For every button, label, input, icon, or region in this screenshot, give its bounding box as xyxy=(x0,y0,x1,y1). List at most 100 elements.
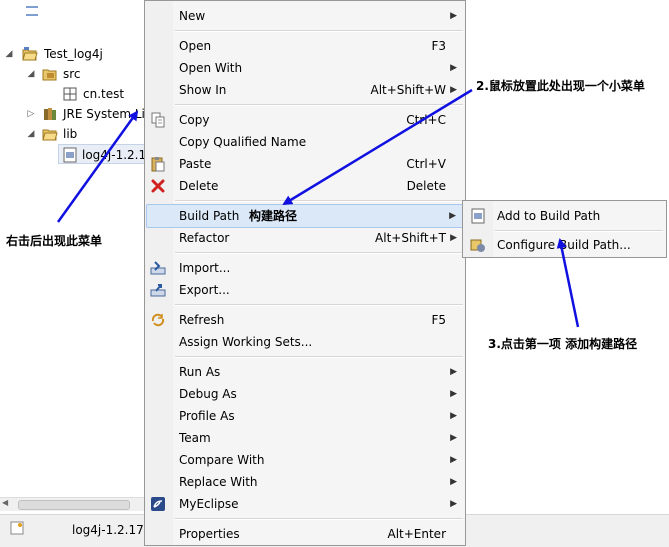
annotation-click-first: 3.点击第一项 添加构建路径 xyxy=(486,335,640,352)
tree-item-jre[interactable]: ▷ JRE System Lib xyxy=(0,104,153,124)
menu-separator xyxy=(175,104,463,106)
menu-label: Paste xyxy=(179,157,212,171)
submenu-arrow-icon: ▶ xyxy=(450,499,457,509)
menu-item-compare-with[interactable]: Compare With ▶ xyxy=(146,449,464,471)
menu-label: MyEclipse xyxy=(179,497,239,511)
menu-item-show-in[interactable]: Show In Alt+Shift+W ▶ xyxy=(146,79,464,101)
menu-label: Delete xyxy=(179,179,219,193)
menu-item-refactor[interactable]: Refactor Alt+Shift+T ▶ xyxy=(146,227,464,249)
tree-item-lib[interactable]: ◢ lib xyxy=(0,124,146,144)
menu-shortcut: Ctrl+V xyxy=(406,157,446,171)
menu-item-paste[interactable]: Paste Ctrl+V xyxy=(146,153,464,175)
menu-item-copy-qualified-name[interactable]: Copy Qualified Name xyxy=(146,131,464,153)
menu-shortcut: Alt+Shift+T xyxy=(375,231,446,245)
menu-label: Show In xyxy=(179,83,227,97)
menu-item-add-to-build-path[interactable]: Add to Build Path xyxy=(464,205,664,227)
menu-label: Team xyxy=(179,431,211,445)
menu-label: Add to Build Path xyxy=(497,209,601,223)
submenu-arrow-icon: ▶ xyxy=(450,389,457,399)
submenu-arrow-icon: ▶ xyxy=(449,211,456,221)
project-label: Test_log4j xyxy=(44,47,103,61)
source-folder-icon xyxy=(42,69,57,81)
menu-shortcut: Alt+Shift+W xyxy=(370,83,447,97)
expand-arrow-icon[interactable]: ◢ xyxy=(4,44,14,64)
submenu-arrow-icon: ▶ xyxy=(450,411,457,421)
menu-item-open[interactable]: Open F3 xyxy=(146,35,464,57)
status-icon xyxy=(10,521,24,535)
refresh-icon xyxy=(151,313,165,327)
menu-label: Copy xyxy=(179,113,210,127)
submenu-arrow-icon: ▶ xyxy=(450,11,457,21)
menu-shortcut: F5 xyxy=(431,313,446,327)
lib-label: lib xyxy=(63,127,78,141)
menu-item-open-with[interactable]: Open With ▶ xyxy=(146,57,464,79)
menu-shortcut: Alt+Enter xyxy=(387,527,446,541)
submenu-arrow-icon: ▶ xyxy=(450,433,457,443)
menu-label: Export... xyxy=(179,283,230,297)
annotation-hover-submenu: 2.鼠标放置此处出现一个小菜单 xyxy=(474,77,647,94)
expand-arrow-icon[interactable]: ◢ xyxy=(26,124,36,144)
menu-label: Open With xyxy=(179,61,243,75)
export-icon xyxy=(150,284,166,297)
menu-label: Profile As xyxy=(179,409,235,423)
menu-shortcut: F3 xyxy=(431,39,446,53)
menu-item-properties[interactable]: Properties Alt+Enter xyxy=(146,523,464,545)
menu-separator xyxy=(175,356,463,358)
jre-label: JRE System Lib xyxy=(63,107,153,121)
menu-item-debug-as[interactable]: Debug As ▶ xyxy=(146,383,464,405)
submenu-arrow-icon: ▶ xyxy=(450,477,457,487)
menu-item-export[interactable]: Export... xyxy=(146,279,464,301)
menu-item-profile-as[interactable]: Profile As ▶ xyxy=(146,405,464,427)
horizontal-scrollbar[interactable]: ◀ xyxy=(0,497,146,511)
submenu-arrow-icon: ▶ xyxy=(450,455,457,465)
folder-open-icon xyxy=(42,129,58,141)
menu-separator xyxy=(175,252,463,254)
menu-item-run-as[interactable]: Run As ▶ xyxy=(146,361,464,383)
menu-label: Import... xyxy=(179,261,231,275)
menu-label: Refactor xyxy=(179,231,230,245)
context-menu: New ▶ Open F3 Open With ▶ Show In Alt+Sh… xyxy=(144,0,466,546)
annotation-build-path-cn: 构建路径 xyxy=(249,209,298,223)
menu-item-assign-working-sets[interactable]: Assign Working Sets... xyxy=(146,331,464,353)
collapse-arrow-icon[interactable]: ▷ xyxy=(26,104,36,124)
menu-item-replace-with[interactable]: Replace With ▶ xyxy=(146,471,464,493)
menu-label: Debug As xyxy=(179,387,237,401)
library-icon xyxy=(44,108,56,120)
scroll-left-icon[interactable]: ◀ xyxy=(2,498,8,507)
paste-icon xyxy=(151,157,165,172)
menu-label: Compare With xyxy=(179,453,265,467)
menu-item-refresh[interactable]: Refresh F5 xyxy=(146,309,464,331)
expand-arrow-icon[interactable]: ◢ xyxy=(26,64,36,84)
menu-item-delete[interactable]: Delete Delete xyxy=(146,175,464,197)
menu-item-configure-build-path[interactable]: Configure Build Path... xyxy=(464,234,664,256)
menu-label: Run As xyxy=(179,365,221,379)
menu-label: Properties xyxy=(179,527,240,541)
build-path-submenu: Add to Build Path Configure Build Path..… xyxy=(462,200,667,258)
tree-top-marks xyxy=(26,6,38,20)
scrollbar-thumb[interactable] xyxy=(18,500,130,510)
menu-separator xyxy=(175,304,463,306)
configure-build-path-icon xyxy=(470,239,485,252)
menu-item-new[interactable]: New ▶ xyxy=(146,5,464,27)
tree-item-jar-selected[interactable]: log4j-1.2.1 xyxy=(58,144,146,164)
package-icon xyxy=(63,87,77,101)
tree-item-package[interactable]: cn.test xyxy=(0,84,146,104)
menu-item-copy[interactable]: Copy Ctrl+C xyxy=(146,109,464,131)
menu-label: Replace With xyxy=(179,475,258,489)
jar-add-icon xyxy=(471,208,485,224)
tree-item-project[interactable]: ◢ Test_log4j xyxy=(0,44,146,64)
src-label: src xyxy=(63,67,81,81)
menu-label: Configure Build Path... xyxy=(497,238,631,252)
annotation-right-click: 右击后出现此菜单 xyxy=(6,234,103,248)
menu-label: Open xyxy=(179,39,212,53)
submenu-arrow-icon: ▶ xyxy=(450,63,457,73)
menu-item-import[interactable]: Import... xyxy=(146,257,464,279)
menu-shortcut: Ctrl+C xyxy=(406,113,446,127)
menu-item-build-path[interactable]: Build Path ▶ xyxy=(146,204,464,228)
tree-item-src[interactable]: ◢ src xyxy=(0,64,146,84)
status-text: log4j-1.2.17. xyxy=(72,523,148,537)
menu-shortcut: Delete xyxy=(406,179,446,193)
menu-item-myeclipse[interactable]: MyEclipse ▶ xyxy=(146,493,464,515)
menu-item-team[interactable]: Team ▶ xyxy=(146,427,464,449)
menu-separator xyxy=(175,200,463,202)
